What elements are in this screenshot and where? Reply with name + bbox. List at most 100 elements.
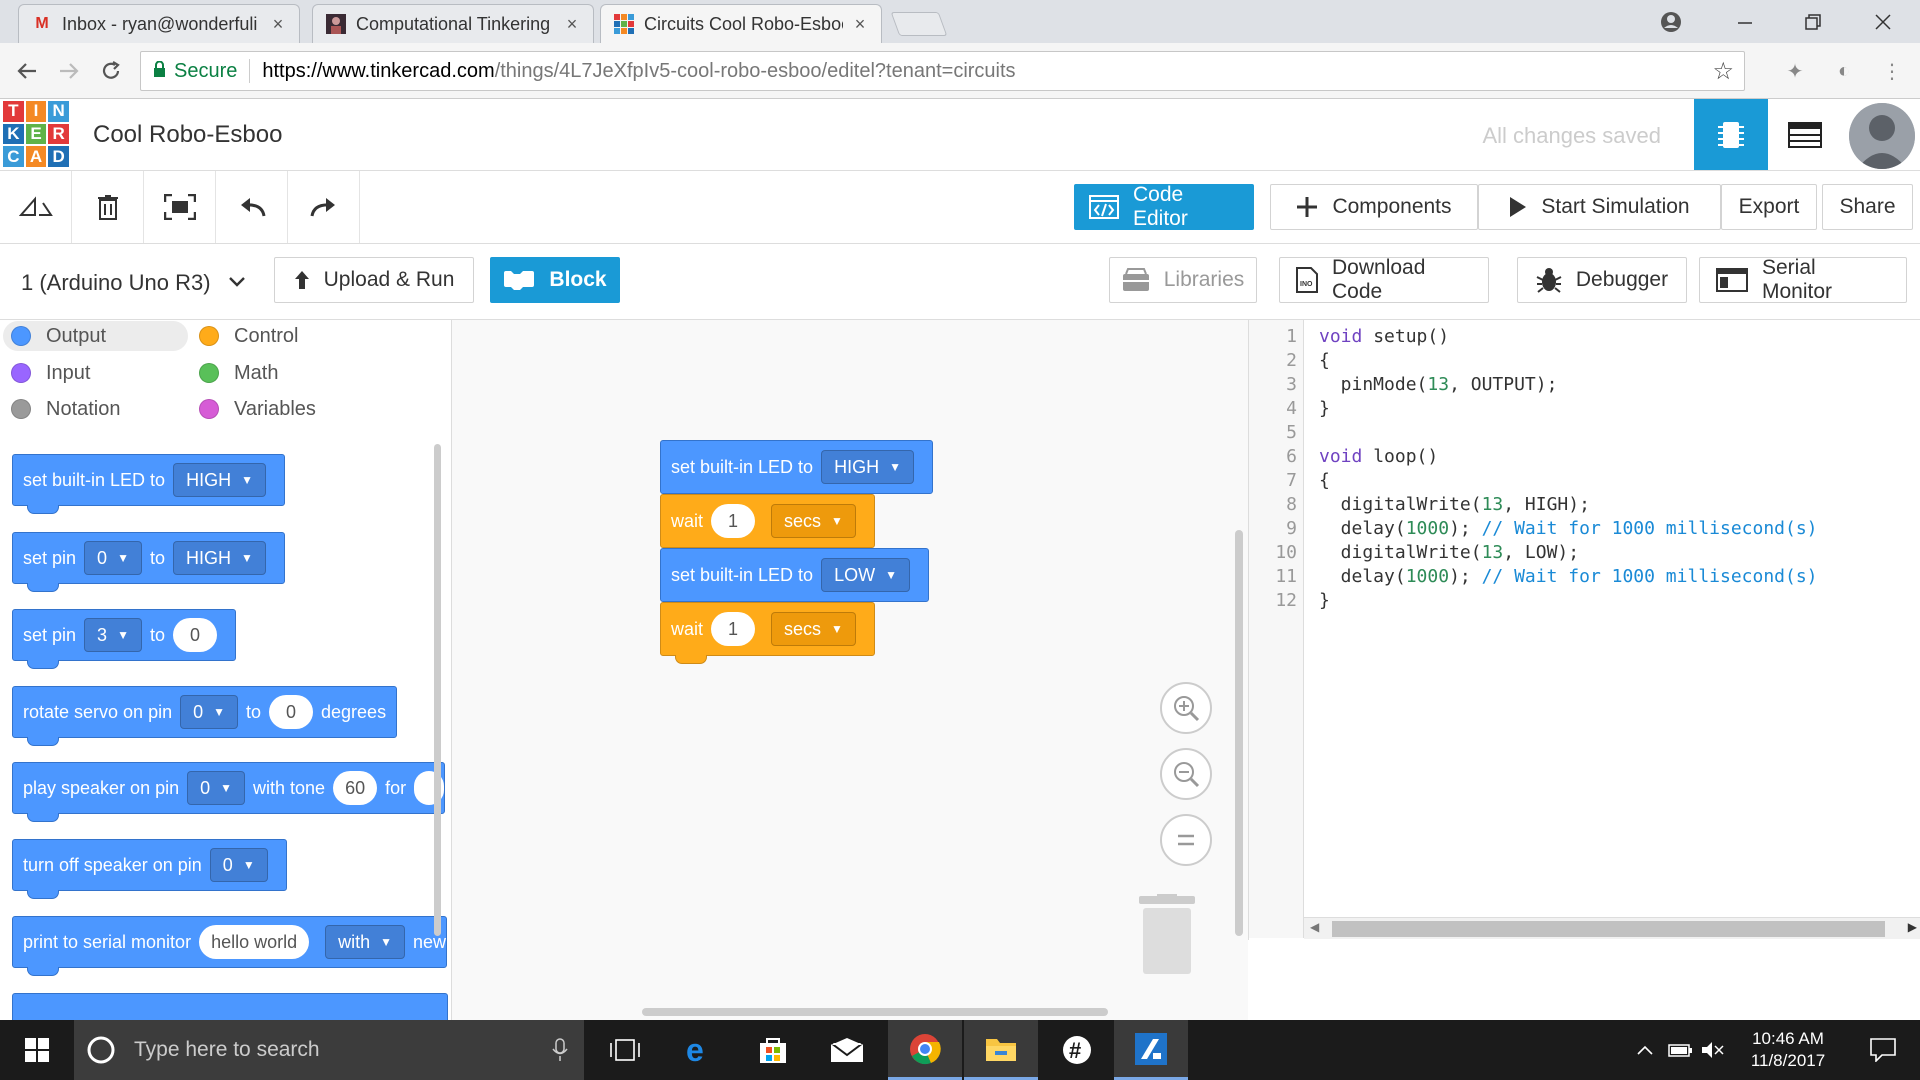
close-window-button[interactable] — [1848, 0, 1918, 43]
project-title[interactable]: Cool Robo-Esboo — [93, 121, 282, 149]
workspace-block-set-led-low[interactable]: set built-in LED to LOW ▼ — [660, 548, 929, 602]
category-output[interactable]: Output — [3, 321, 188, 351]
task-view-button[interactable] — [588, 1020, 662, 1080]
block-print-serial[interactable]: print to serial monitor hello world with… — [12, 916, 448, 976]
workspace-horizontal-scrollbar[interactable] — [642, 1008, 1108, 1016]
block-dropdown[interactable]: secs ▼ — [771, 612, 856, 646]
block-number-input[interactable]: 1 — [711, 612, 756, 646]
category-variables[interactable]: Variables — [191, 394, 376, 424]
taskbar-clock[interactable]: 10:46 AM 11/8/2017 — [1728, 1028, 1848, 1072]
taskbar-slack[interactable]: # — [1040, 1020, 1114, 1080]
block-dropdown[interactable]: 0 ▼ — [209, 848, 268, 882]
category-control[interactable]: Control — [191, 321, 376, 351]
block-number-input[interactable]: 0 — [269, 695, 314, 729]
start-simulation-button[interactable]: Start Simulation — [1478, 184, 1721, 230]
palette-scrollbar[interactable] — [434, 444, 441, 936]
trash-can-icon[interactable] — [1135, 894, 1199, 981]
block-number-input[interactable]: 0 — [172, 618, 217, 652]
extension-shield-icon[interactable]: ◐ — [1830, 57, 1858, 85]
restore-button[interactable] — [1778, 0, 1848, 43]
circuit-view-button[interactable] — [1694, 99, 1768, 170]
component-list-button[interactable] — [1768, 99, 1842, 170]
show-hidden-icons-button[interactable] — [1630, 1020, 1660, 1080]
block-dropdown[interactable]: 0 ▼ — [187, 771, 246, 805]
workspace-block-set-led-high[interactable]: set built-in LED to HIGH ▼ — [660, 440, 933, 494]
rotate-button[interactable] — [0, 171, 72, 243]
new-tab-button[interactable] — [890, 12, 948, 36]
zoom-reset-button[interactable] — [1160, 814, 1212, 866]
taskbar-mail[interactable] — [810, 1020, 884, 1080]
taskbar-edge[interactable]: e — [662, 1020, 736, 1080]
category-input[interactable]: Input — [3, 358, 188, 388]
download-code-button[interactable]: INO Download Code — [1279, 256, 1489, 303]
avatar[interactable] — [1849, 103, 1915, 169]
block-turn-off-speaker[interactable]: turn off speaker on pin 0 ▼ — [12, 839, 287, 899]
code-horizontal-scrollbar[interactable]: ◀ ▶ — [1304, 917, 1920, 939]
delete-button[interactable] — [72, 171, 144, 243]
block-set-builtin-led[interactable]: set built-in LED to HIGH ▼ — [12, 454, 285, 514]
taskbar-app-blue[interactable] — [1114, 1020, 1188, 1080]
block-workspace[interactable]: set built-in LED to HIGH ▼ wait 1 secs ▼ s… — [452, 320, 1248, 1020]
fit-view-button[interactable] — [144, 171, 216, 243]
block-text-input[interactable]: hello world — [199, 925, 310, 959]
block-dropdown[interactable]: HIGH ▼ — [173, 463, 266, 497]
scroll-right-arrow-icon[interactable]: ▶ — [1908, 920, 1917, 934]
zoom-out-button[interactable] — [1160, 748, 1212, 800]
workspace-block-wait-1[interactable]: wait 1 secs ▼ — [660, 494, 875, 548]
extension-icon[interactable]: ✦ — [1781, 57, 1809, 85]
taskbar-file-explorer[interactable] — [964, 1020, 1038, 1080]
workspace-block-wait-2[interactable]: wait 1 secs ▼ — [660, 602, 875, 664]
action-center-button[interactable] — [1846, 1020, 1920, 1080]
block-dropdown[interactable]: 0 ▼ — [180, 695, 238, 729]
block-dropdown[interactable]: secs ▼ — [771, 504, 856, 538]
menu-kebab-icon[interactable]: ⋮ — [1878, 57, 1906, 85]
export-button[interactable]: Export — [1721, 184, 1817, 230]
block-dropdown[interactable]: HIGH ▼ — [821, 450, 914, 484]
start-button[interactable] — [0, 1020, 74, 1080]
code-view[interactable]: 1 2 3 4 5 6 7 8 9 10 11 12 void setup() … — [1248, 320, 1920, 940]
block-dropdown[interactable]: HIGH ▼ — [172, 541, 266, 575]
serial-monitor-button[interactable]: Serial Monitor — [1699, 256, 1907, 303]
address-bar[interactable]: Secure https://www.tinkercad.com/things/… — [140, 51, 1745, 91]
microphone-icon[interactable] — [552, 1038, 568, 1062]
board-selector[interactable]: 1 (Arduino Uno R3) — [21, 270, 245, 296]
share-button[interactable]: Share — [1822, 184, 1913, 230]
profile-button[interactable] — [1636, 0, 1706, 43]
bookmark-star-icon[interactable]: ☆ — [1712, 57, 1734, 86]
taskbar-chrome[interactable] — [888, 1020, 962, 1080]
category-math[interactable]: Math — [191, 358, 376, 388]
block-mode-button[interactable]: Block — [490, 257, 620, 303]
block-dropdown[interactable]: LOW ▼ — [821, 558, 910, 592]
debugger-button[interactable]: Debugger — [1517, 257, 1687, 303]
block-set-pin-analog[interactable]: set pin 3 ▼ to 0 — [12, 609, 236, 669]
block-number-input[interactable]: 60 — [333, 771, 378, 805]
block-rotate-servo[interactable]: rotate servo on pin 0 ▼ to 0 degrees — [12, 686, 398, 746]
battery-status[interactable] — [1664, 1020, 1698, 1080]
close-icon[interactable]: × — [851, 14, 869, 35]
block-dropdown[interactable]: 0 ▼ — [84, 541, 142, 575]
block-dropdown[interactable]: 3 ▼ — [84, 618, 142, 652]
workspace-vertical-scrollbar[interactable] — [1235, 530, 1243, 936]
forward-button[interactable] — [51, 53, 87, 89]
back-button[interactable] — [9, 53, 45, 89]
scrollbar-thumb[interactable] — [1332, 921, 1885, 937]
category-notation[interactable]: Notation — [3, 394, 188, 424]
code-editor-button[interactable]: Code Editor — [1074, 183, 1254, 230]
tinkercad-logo[interactable]: T I N K E R C A D — [3, 101, 69, 167]
browser-tab-circuits[interactable]: Circuits Cool Robo-Esboo × — [600, 4, 882, 43]
browser-tab-computational-tinkering[interactable]: Computational Tinkering × — [312, 4, 594, 43]
upload-run-button[interactable]: Upload & Run — [274, 257, 474, 303]
reload-button[interactable] — [93, 53, 129, 89]
components-button[interactable]: Components — [1270, 184, 1478, 230]
zoom-in-button[interactable] — [1160, 682, 1212, 734]
block-dropdown[interactable]: with ▼ — [325, 925, 406, 959]
block-number-input[interactable]: 1 — [711, 504, 756, 538]
block-play-speaker[interactable]: play speaker on pin 0 ▼ with tone 60 for — [12, 762, 446, 822]
minimize-button[interactable] — [1710, 0, 1780, 43]
redo-button[interactable] — [288, 171, 360, 243]
volume-button[interactable] — [1698, 1020, 1728, 1080]
taskbar-store[interactable] — [736, 1020, 810, 1080]
close-icon[interactable]: × — [563, 14, 581, 35]
browser-tab-gmail[interactable]: M Inbox - ryan@wonderfuli × — [18, 4, 300, 43]
close-icon[interactable]: × — [269, 14, 287, 35]
